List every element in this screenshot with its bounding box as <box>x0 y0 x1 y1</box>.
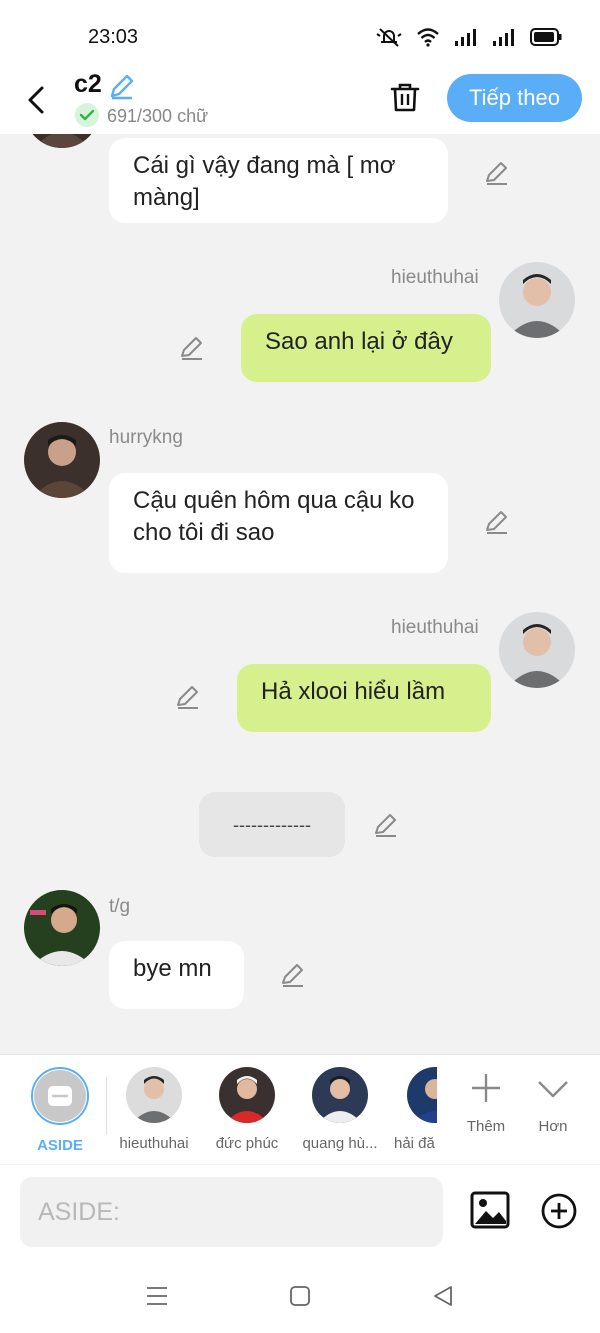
collapse-label: Hơn <box>538 1118 568 1135</box>
pencil-icon[interactable] <box>178 334 206 362</box>
header: c2 691/300 chữ Tiếp theo <box>0 70 600 134</box>
message-bubble[interactable]: Sao anh lại ở đây <box>241 314 491 382</box>
chat-title: c2 <box>74 70 102 98</box>
pencil-icon[interactable] <box>174 683 202 711</box>
pencil-icon[interactable] <box>279 961 307 989</box>
plus-circle-icon <box>541 1193 577 1229</box>
trash-icon <box>390 83 420 112</box>
status-icons <box>376 26 562 48</box>
character-label: hieuthuhai <box>119 1135 189 1152</box>
message-bubble[interactable]: Hả xlooi hiểu lầm <box>237 664 491 732</box>
character-duc-phuc[interactable]: đức phúc <box>207 1067 287 1152</box>
delete-button[interactable] <box>388 80 422 119</box>
avatar-hieuthuhai[interactable] <box>499 262 575 338</box>
character-label: quang hù... <box>302 1135 378 1152</box>
character-label: hải đă <box>394 1135 435 1152</box>
edit-title-button[interactable] <box>108 72 136 105</box>
message-bubble[interactable]: Cái gì vậy đang mà [ mơ màng] <box>109 138 448 223</box>
avatar <box>407 1067 437 1123</box>
sender-name: hieuthuhai <box>391 617 479 638</box>
character-label: ASIDE <box>37 1137 83 1154</box>
word-count: 691/300 chữ <box>107 106 209 126</box>
avatar-tg[interactable] <box>24 890 100 966</box>
more-label: Thêm <box>466 1118 506 1135</box>
avatar <box>312 1067 368 1123</box>
signal-icon-2 <box>493 29 514 46</box>
back-arrow-icon <box>28 86 44 114</box>
character-quang-hung[interactable]: quang hù... <box>300 1067 380 1152</box>
message-bubble[interactable]: Cậu quên hôm qua cậu ko cho tôi đi sao <box>109 473 448 573</box>
back-button[interactable] <box>24 80 52 120</box>
status-bar: 23:03 <box>0 0 600 70</box>
sender-name: hurrykng <box>109 427 183 448</box>
chevron-down-icon <box>538 1081 568 1098</box>
image-icon <box>470 1191 510 1229</box>
avatar <box>219 1067 275 1123</box>
status-time: 23:03 <box>88 26 139 48</box>
message-bubble[interactable]: bye mn <box>109 941 244 1009</box>
character-hieuthuhai[interactable]: hieuthuhai <box>114 1067 194 1152</box>
sender-name: t/g <box>109 896 131 917</box>
battery-icon <box>530 28 562 46</box>
character-aside[interactable]: ASIDE <box>20 1067 100 1154</box>
add-button[interactable] <box>541 1193 577 1234</box>
wifi-icon <box>417 28 439 47</box>
avatar-hurrykng[interactable] <box>24 422 100 498</box>
pencil-icon[interactable] <box>372 811 400 839</box>
avatar <box>126 1067 182 1123</box>
pencil-icon <box>110 74 134 100</box>
next-button[interactable]: Tiếp theo <box>447 74 582 122</box>
system-nav-bar <box>0 1265 600 1333</box>
avatar-hurrykng[interactable] <box>24 134 100 148</box>
home-icon[interactable] <box>289 1285 311 1307</box>
divider <box>106 1077 107 1135</box>
collapse-button[interactable]: Hơn <box>523 1071 583 1135</box>
aside-icon <box>34 1070 86 1122</box>
image-button[interactable] <box>470 1191 510 1234</box>
avatar-hieuthuhai[interactable] <box>499 612 575 688</box>
mute-bell-icon <box>376 28 402 47</box>
character-hai-dang[interactable]: hải đă <box>393 1067 437 1152</box>
pencil-icon[interactable] <box>483 159 511 187</box>
character-label: đức phúc <box>215 1135 279 1152</box>
pencil-icon[interactable] <box>483 508 511 536</box>
menu-icon[interactable] <box>146 1285 168 1307</box>
chat-area[interactable]: Cái gì vậy đang mà [ mơ màng] hieuthuhai… <box>0 134 600 1054</box>
signal-icon <box>455 29 476 46</box>
message-input[interactable] <box>20 1177 443 1247</box>
narration-bubble[interactable]: ------------- <box>199 792 345 857</box>
more-button[interactable]: Thêm <box>456 1071 516 1135</box>
check-circle-icon <box>74 102 100 133</box>
back-triangle-icon[interactable] <box>432 1285 454 1307</box>
plus-icon <box>472 1074 500 1102</box>
input-bar <box>0 1165 600 1265</box>
character-selector: ASIDE hieuthuhai đức phúc quang hù... hả… <box>0 1054 600 1164</box>
sender-name: hieuthuhai <box>391 267 479 288</box>
